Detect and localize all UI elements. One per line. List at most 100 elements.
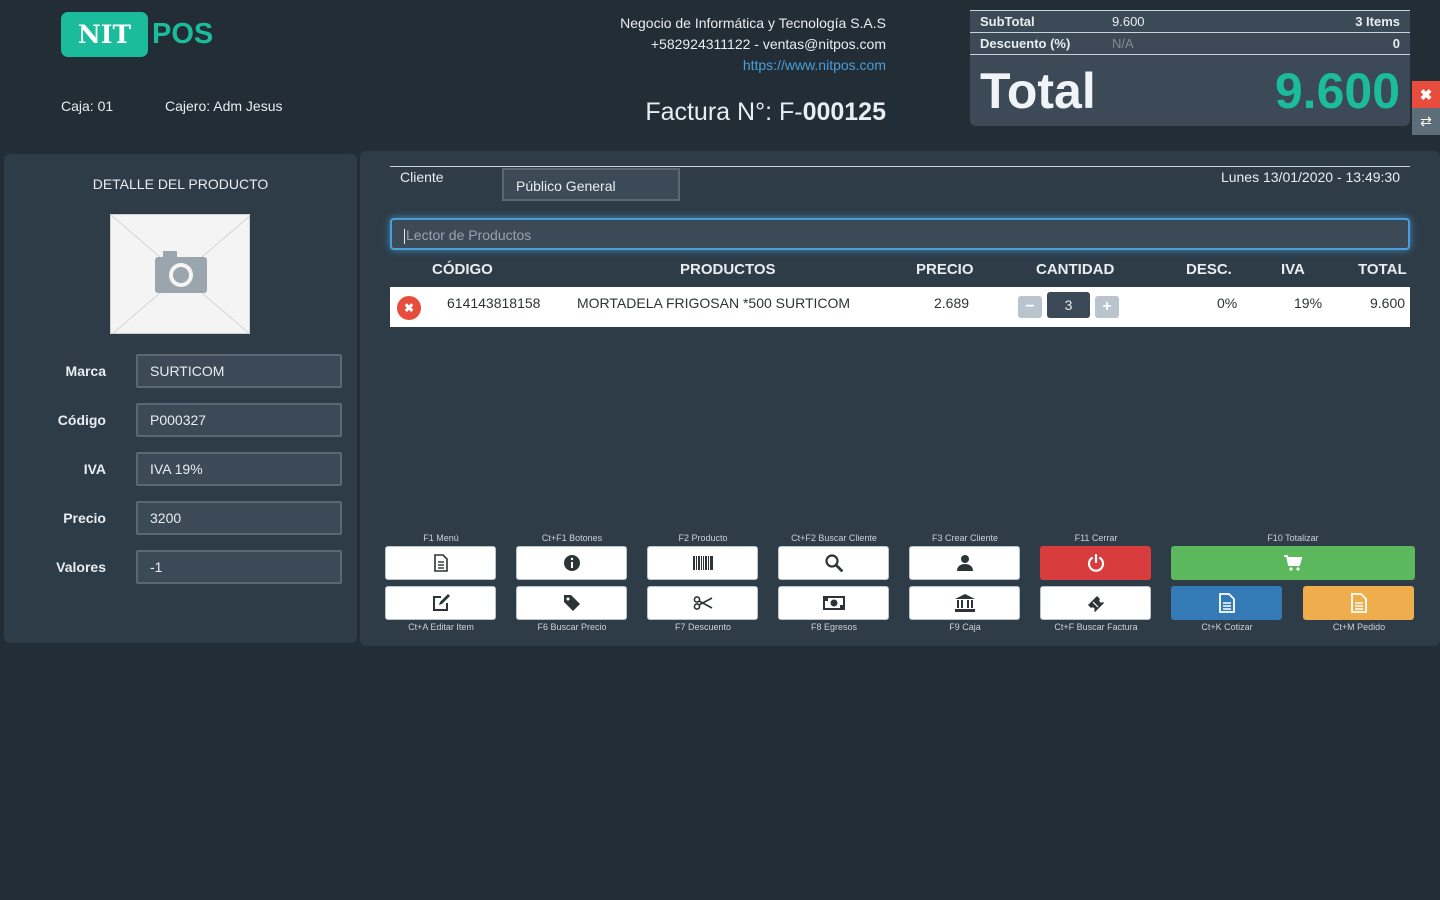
col-products: PRODUCTOS bbox=[680, 261, 776, 278]
total-value: 9.600 bbox=[1274, 63, 1400, 119]
hotkey-label-menu: F1 Menú bbox=[423, 533, 459, 543]
file-text-icon bbox=[1218, 593, 1235, 613]
client-select[interactable]: Público General bbox=[502, 168, 680, 201]
bank-icon bbox=[954, 594, 975, 612]
subtotal-row: SubTotal 9.600 3 Items bbox=[970, 10, 1410, 32]
close-button[interactable]: ✖ bbox=[1412, 81, 1440, 108]
code-label: Código bbox=[57, 412, 106, 428]
row-price: 2.689 bbox=[934, 295, 970, 311]
close-icon: ✖ bbox=[403, 301, 415, 315]
discount-value: N/A bbox=[1112, 36, 1134, 51]
hotkey-label-close: F11 Cerrar bbox=[1074, 533, 1118, 543]
quote-button[interactable] bbox=[1171, 586, 1282, 620]
close-session-button[interactable] bbox=[1040, 546, 1151, 580]
invoice-number-value: 000125 bbox=[802, 98, 886, 126]
col-price: PRECIO bbox=[916, 261, 974, 278]
document-icon bbox=[433, 554, 448, 572]
edit-icon bbox=[432, 594, 450, 611]
hotkey-label-product: F2 Producto bbox=[678, 533, 728, 543]
logo-pos: POS bbox=[152, 18, 214, 50]
row-total: 9.600 bbox=[1370, 295, 1406, 311]
col-code: CÓDIGO bbox=[432, 261, 493, 278]
col-total: TOTAL bbox=[1358, 261, 1407, 278]
shuffle-button[interactable]: ⇄ bbox=[1412, 108, 1440, 135]
product-button[interactable] bbox=[647, 546, 758, 580]
create-client-button[interactable] bbox=[909, 546, 1020, 580]
search-price-button[interactable] bbox=[516, 586, 627, 620]
client-divider bbox=[390, 166, 1410, 167]
discount-row: Descuento (%) N/A 0 bbox=[970, 32, 1410, 54]
order-button[interactable] bbox=[1303, 586, 1414, 620]
discount-label: Descuento (%) bbox=[980, 36, 1071, 51]
price-field[interactable]: 3200 bbox=[136, 501, 342, 535]
cash-register-button[interactable] bbox=[909, 586, 1020, 620]
qty-decrease-button[interactable]: − bbox=[1018, 296, 1042, 318]
items-count: 3 Items bbox=[1355, 14, 1400, 29]
iva-field[interactable]: IVA 19% bbox=[136, 452, 342, 486]
expenses-button[interactable] bbox=[778, 586, 889, 620]
hotkey-label-order: Ct+M Pedido bbox=[1332, 622, 1386, 632]
minus-icon: − bbox=[1025, 298, 1035, 315]
discount-button[interactable] bbox=[647, 586, 758, 620]
cajero-label: Cajero: Adm Jesus bbox=[165, 98, 283, 114]
logo: NIT POS bbox=[61, 12, 213, 57]
total-label: Total bbox=[980, 63, 1096, 119]
close-icon: ✖ bbox=[1419, 86, 1433, 104]
delete-item-button[interactable]: ✖ bbox=[397, 296, 421, 320]
cart-icon bbox=[1284, 555, 1303, 571]
client-label: Cliente bbox=[400, 169, 444, 185]
qty-increase-button[interactable]: + bbox=[1095, 296, 1119, 318]
search-invoice-button[interactable] bbox=[1040, 586, 1151, 620]
totals-panel: SubTotal 9.600 3 Items Descuento (%) N/A… bbox=[970, 10, 1410, 126]
caja-label: Caja: 01 bbox=[61, 98, 114, 114]
invoice-prefix: Factura N°: F- bbox=[645, 98, 803, 126]
buttons-button[interactable] bbox=[516, 546, 627, 580]
table-row[interactable]: ✖ 614143818158 MORTADELA FRIGOSAN *500 S… bbox=[390, 287, 1410, 327]
row-code: 614143818158 bbox=[447, 295, 541, 311]
code-field[interactable]: P000327 bbox=[136, 403, 342, 437]
values-label: Valores bbox=[56, 559, 106, 575]
hotkey-label-cash: F9 Caja bbox=[949, 622, 981, 632]
hotkey-label-totalize: F10 Totalizar bbox=[1267, 533, 1319, 543]
barcode-icon bbox=[692, 556, 713, 570]
datetime: Lunes 13/01/2020 - 13:49:30 bbox=[1220, 169, 1400, 185]
company-url-link[interactable]: https://www.nitpos.com bbox=[620, 55, 886, 76]
hotkey-label-buttons: Ct+F1 Botones bbox=[541, 533, 603, 543]
search-client-button[interactable] bbox=[778, 546, 889, 580]
brand-field[interactable]: SURTICOM bbox=[136, 354, 342, 388]
info-icon bbox=[563, 555, 580, 571]
col-discount: DESC. bbox=[1186, 261, 1232, 278]
hotkey-label-create-client: F3 Crear Cliente bbox=[931, 533, 999, 543]
scanner-placeholder: Lector de Productos bbox=[406, 227, 532, 243]
row-discount: 0% bbox=[1217, 295, 1238, 311]
price-label: Precio bbox=[63, 510, 106, 526]
col-quantity: CANTIDAD bbox=[1036, 261, 1115, 278]
edit-item-button[interactable] bbox=[385, 586, 496, 620]
hotkey-label-quote: Ct+K Cotizar bbox=[1201, 622, 1253, 632]
hotkey-label-search-invoice: Ct+F Buscar Factura bbox=[1054, 622, 1138, 632]
hotkey-label-edit-item: Ct+A Editar Item bbox=[408, 622, 474, 632]
brand-label: Marca bbox=[65, 363, 106, 379]
totalize-button[interactable] bbox=[1171, 546, 1415, 580]
subtotal-label: SubTotal bbox=[980, 14, 1035, 29]
totals-divider bbox=[970, 54, 1410, 55]
values-field[interactable]: -1 bbox=[136, 550, 342, 584]
shuffle-icon: ⇄ bbox=[1420, 113, 1432, 129]
discount-amount: 0 bbox=[1392, 36, 1400, 51]
product-image bbox=[110, 214, 250, 334]
camera-icon bbox=[111, 215, 249, 333]
row-product: MORTADELA FRIGOSAN *500 SURTICOM bbox=[577, 295, 851, 311]
company-info: Negocio de Informática y Tecnología S.A.… bbox=[620, 13, 886, 76]
money-icon bbox=[822, 596, 845, 610]
tag-icon bbox=[563, 595, 580, 611]
hotkey-label-discount: F7 Descuento bbox=[674, 622, 732, 632]
scissors-icon bbox=[693, 596, 712, 610]
search-icon bbox=[824, 554, 843, 572]
hotkey-label-search-client: Ct+F2 Buscar Cliente bbox=[791, 533, 877, 543]
menu-button[interactable] bbox=[385, 546, 496, 580]
col-iva: IVA bbox=[1281, 261, 1305, 278]
hotkey-label-search-price: F6 Buscar Precio bbox=[537, 622, 607, 632]
file-text-icon bbox=[1350, 593, 1367, 613]
product-scanner-input[interactable]: Lector de Productos bbox=[390, 218, 1410, 250]
qty-value[interactable]: 3 bbox=[1047, 292, 1090, 318]
